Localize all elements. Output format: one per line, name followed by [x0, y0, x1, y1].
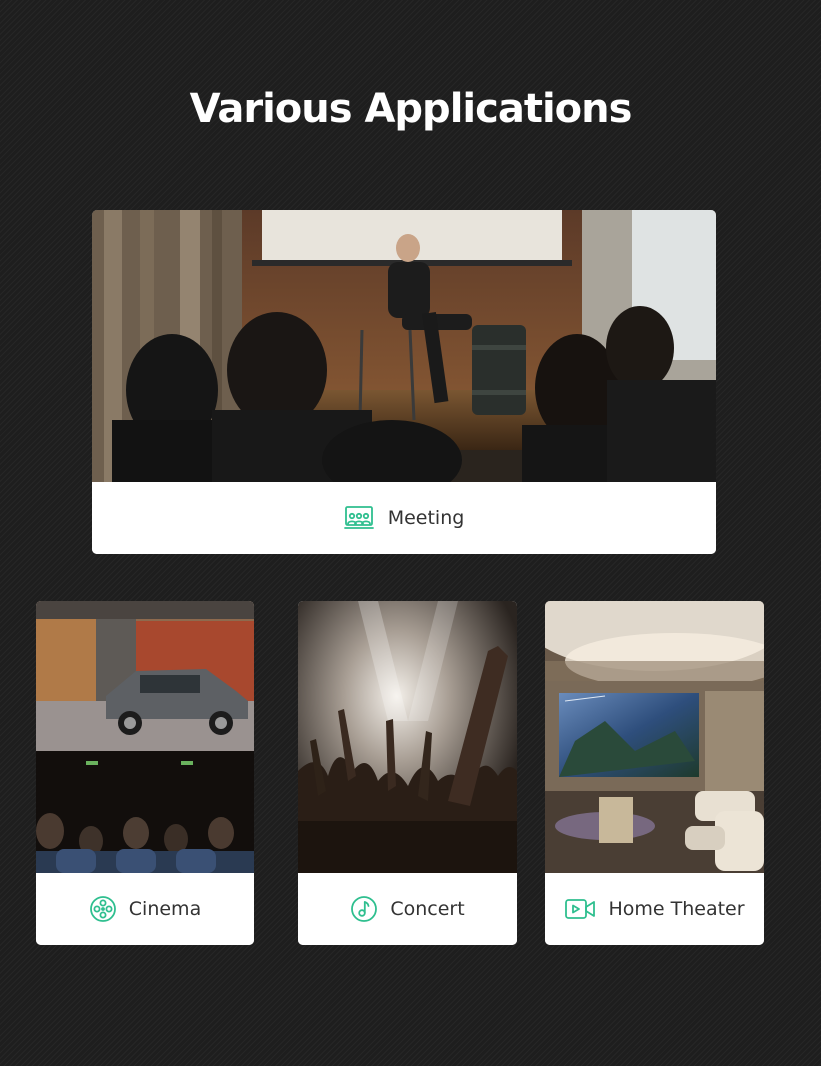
page-title: Various Applications: [189, 85, 633, 132]
film-reel-icon: [89, 895, 117, 923]
video-camera-icon: [564, 897, 596, 921]
meeting-photo: [92, 210, 716, 482]
home-theater-label-bar: Home Theater: [545, 873, 764, 945]
concert-label: Concert: [390, 898, 465, 920]
application-card-meeting[interactable]: Meeting: [92, 210, 716, 554]
meeting-label-bar: Meeting: [92, 482, 716, 554]
home-theater-label: Home Theater: [608, 898, 745, 920]
cinema-photo: [36, 601, 254, 873]
cinema-label: Cinema: [128, 898, 202, 920]
concert-label-bar: Concert: [298, 873, 517, 945]
home-theater-photo: [545, 601, 764, 873]
concert-photo: [298, 601, 517, 873]
application-card-home-theater[interactable]: Home Theater: [545, 601, 764, 945]
application-card-concert[interactable]: Concert: [298, 601, 517, 945]
cinema-label-bar: Cinema: [36, 873, 254, 945]
meeting-label: Meeting: [387, 507, 465, 529]
meeting-icon: [343, 505, 374, 531]
music-note-icon: [350, 895, 378, 923]
application-card-cinema[interactable]: Cinema: [36, 601, 254, 945]
